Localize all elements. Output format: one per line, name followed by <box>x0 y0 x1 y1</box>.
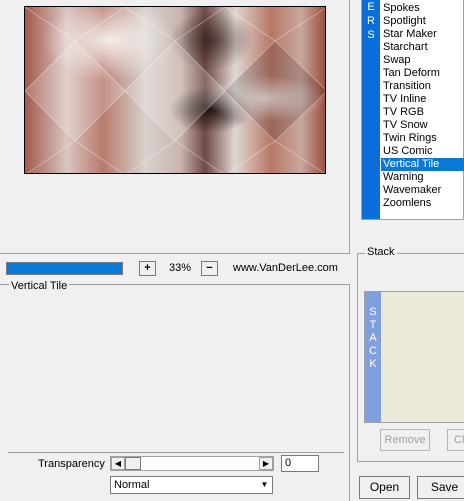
filter-list-item[interactable]: Twin Rings <box>381 132 464 145</box>
filter-list-items: Spokes Spotlight Star Maker Starchart Swap Ta… <box>381 2 464 210</box>
slider-left-arrow-icon[interactable]: ◀ <box>111 457 125 470</box>
blend-mode-select[interactable]: Normal ▼ <box>110 476 273 494</box>
filter-list-item[interactable]: TV Inline <box>381 93 464 106</box>
chevron-down-icon[interactable]: ▼ <box>257 477 272 493</box>
filter-list-item[interactable]: Wavemaker <box>381 184 464 197</box>
website-link[interactable]: www.VanDerLee.com <box>233 262 338 274</box>
clear-button[interactable]: Cl <box>447 429 464 451</box>
filters-tab-letter: R <box>367 15 375 27</box>
filter-list-item[interactable]: Spotlight <box>381 15 464 28</box>
save-button[interactable]: Save <box>417 476 464 499</box>
blend-mode-value: Normal <box>114 479 150 491</box>
transparency-input[interactable]: 0 <box>281 455 319 472</box>
preview-image <box>24 6 326 174</box>
stack-tab-letter: S <box>369 306 377 318</box>
stack-tab-letter: T <box>369 319 377 331</box>
filter-list-item[interactable]: Zoomlens <box>381 197 464 210</box>
transparency-divider <box>8 452 344 453</box>
stack-tab-letter: K <box>369 358 377 370</box>
slider-right-arrow-icon[interactable]: ▶ <box>259 457 273 470</box>
filter-list-item[interactable]: Transition <box>381 80 464 93</box>
transparency-slider[interactable]: ◀ ▶ <box>110 456 274 471</box>
filter-list-item[interactable]: Spokes <box>381 2 464 15</box>
stack-tab-letter: C <box>369 345 377 357</box>
filter-list-item[interactable]: Swap <box>381 54 464 67</box>
filter-list-item[interactable]: US Comic <box>381 145 464 158</box>
filter-list-item[interactable]: Vertical Tile <box>381 158 464 171</box>
zoom-progress-fill <box>7 263 122 274</box>
zoom-in-button[interactable]: + <box>139 261 156 276</box>
filter-list-item[interactable]: Star Maker <box>381 28 464 41</box>
stack-tab: STACK <box>365 292 381 422</box>
filter-list-item[interactable]: Tan Deform <box>381 67 464 80</box>
filter-list-item[interactable]: TV RGB <box>381 106 464 119</box>
diamond-tile-pattern <box>25 7 325 173</box>
zoom-out-button[interactable]: − <box>201 261 218 276</box>
stack-tab-letter: A <box>369 332 377 344</box>
filters-tab-letter: S <box>367 29 375 41</box>
transparency-label: Transparency <box>38 458 105 470</box>
zoom-progress-bar <box>6 262 123 275</box>
open-button[interactable]: Open <box>359 476 410 499</box>
filters-tab: E R S <box>362 0 380 219</box>
filter-settings-title: Vertical Tile <box>9 280 70 292</box>
zoom-value: 33% <box>168 262 192 274</box>
filter-list-item[interactable]: Starchart <box>381 41 464 54</box>
remove-button[interactable]: Remove <box>380 429 430 451</box>
filter-list-item[interactable]: Warning <box>381 171 464 184</box>
filter-list-item[interactable]: TV Snow <box>381 119 464 132</box>
stack-title: Stack <box>365 246 397 258</box>
slider-thumb[interactable] <box>125 457 141 470</box>
filters-tab-letter: E <box>367 1 375 13</box>
